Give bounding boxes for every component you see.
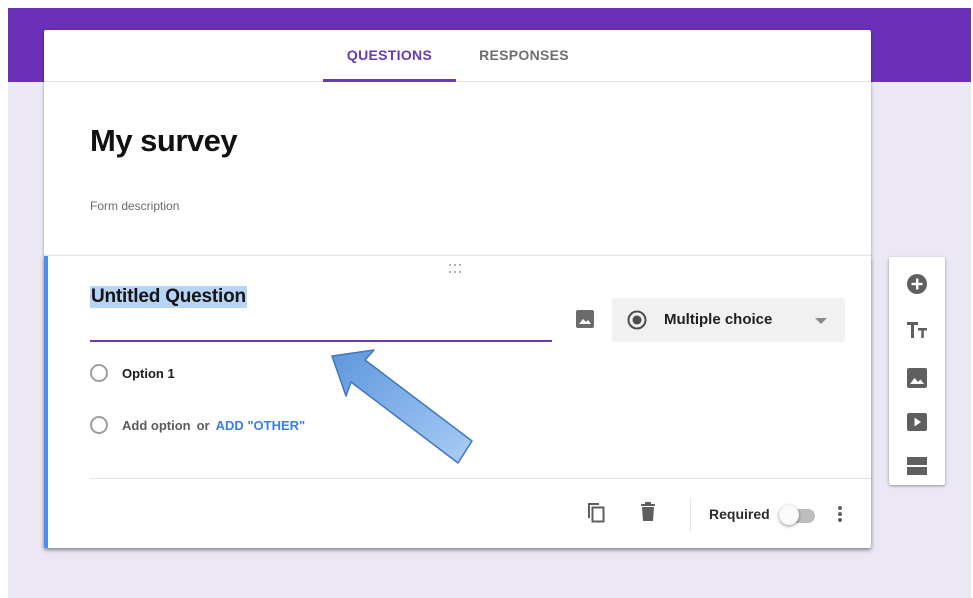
question-card[interactable]: Untitled Question Multiple choice Option…: [44, 256, 871, 548]
form-title[interactable]: My survey: [90, 123, 238, 159]
option-radio-icon: [90, 416, 108, 434]
delete-icon[interactable]: [636, 500, 660, 524]
add-question-icon[interactable]: [904, 271, 930, 297]
option-radio-icon: [90, 364, 108, 382]
form-description-field[interactable]: Form description: [90, 199, 179, 213]
required-label: Required: [709, 506, 770, 522]
side-toolbar: [889, 257, 945, 485]
card-divider: [90, 478, 871, 479]
tab-questions[interactable]: QUESTIONS: [323, 30, 456, 82]
or-text: or: [196, 418, 210, 433]
add-image-icon[interactable]: [574, 308, 596, 330]
drag-handle-icon[interactable]: [449, 264, 465, 274]
chevron-down-icon: [815, 318, 827, 324]
footer-separator: [690, 498, 691, 532]
video-icon[interactable]: [904, 409, 930, 435]
active-card-indicator: [44, 256, 48, 548]
radio-button-icon: [627, 310, 647, 330]
required-toggle[interactable]: [779, 504, 817, 526]
title-text-icon[interactable]: [904, 317, 930, 343]
add-other-link[interactable]: ADD "OTHER": [216, 418, 306, 433]
question-type-label: Multiple choice: [664, 311, 773, 328]
add-option-link[interactable]: Add option: [122, 418, 191, 433]
tab-bar: QUESTIONS RESPONSES: [44, 30, 871, 82]
question-type-dropdown[interactable]: Multiple choice: [612, 298, 845, 342]
duplicate-icon[interactable]: [584, 500, 608, 524]
app-canvas: QUESTIONS RESPONSES My survey Form descr…: [8, 8, 971, 598]
more-options-icon[interactable]: [834, 502, 846, 526]
section-icon[interactable]: [904, 453, 930, 479]
tab-responses[interactable]: RESPONSES: [464, 30, 584, 79]
question-title-field[interactable]: Untitled Question: [90, 280, 552, 342]
option-label[interactable]: Option 1: [122, 366, 175, 381]
toggle-knob: [779, 505, 799, 525]
image-icon[interactable]: [904, 365, 930, 391]
add-option-text: Add option or ADD "OTHER": [122, 418, 305, 433]
question-title-text: Untitled Question: [90, 286, 247, 308]
form-header-card: QUESTIONS RESPONSES My survey Form descr…: [44, 30, 871, 256]
